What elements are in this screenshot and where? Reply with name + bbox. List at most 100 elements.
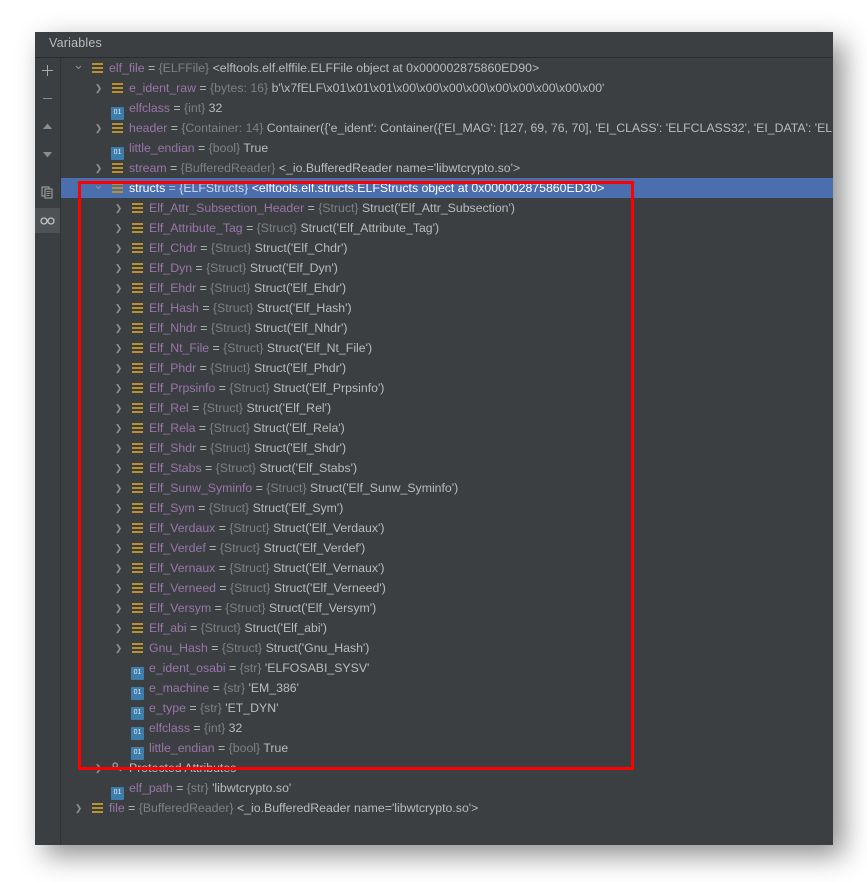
tree-row[interactable]: ·01elf_path = {str} 'libwtcrypto.so' [61, 778, 833, 800]
chevron-right-icon[interactable]: ❯ [113, 638, 124, 658]
tree-row[interactable]: ·01e_machine = {str} 'EM_386' [61, 678, 833, 700]
chevron-right-icon[interactable]: ❯ [113, 518, 124, 538]
move-down-button[interactable] [35, 142, 60, 167]
equals-sign: = [192, 261, 207, 275]
tree-row[interactable]: ❯ Elf_Rel = {Struct} Struct('Elf_Rel') [61, 398, 833, 418]
tree-row[interactable]: ❯ Elf_Verdef = {Struct} Struct('Elf_Verde… [61, 538, 833, 558]
expander-placeholder: · [93, 778, 104, 798]
variable-type: {bytes: 16} [210, 81, 269, 95]
tree-row[interactable]: ❯ Elf_Verneed = {Struct} Struct('Elf_Vern… [61, 578, 833, 598]
watch-toggle-button[interactable] [35, 208, 60, 233]
tree-row[interactable]: ❯ Elf_Chdr = {Struct} Struct('Elf_Chdr') [61, 238, 833, 258]
expander-placeholder: · [113, 698, 124, 718]
tree-row[interactable]: ❯ Elf_Ehdr = {Struct} Struct('Elf_Ehdr') [61, 278, 833, 298]
chevron-right-icon[interactable]: ❯ [113, 378, 124, 398]
tree-row[interactable]: ⌄ structs = {ELFStructs} <elftools.elf.st… [61, 178, 833, 198]
object-icon [131, 201, 144, 214]
tree-row[interactable]: ❯ Elf_Attribute_Tag = {Struct} Struct('El… [61, 218, 833, 238]
tree-row[interactable]: ❯ Elf_Rela = {Struct} Struct('Elf_Rela') [61, 418, 833, 438]
equals-sign: = [211, 601, 226, 615]
tree-row[interactable]: ❯ Elf_Vernaux = {Struct} Struct('Elf_Vern… [61, 558, 833, 578]
tree-row[interactable]: ❯ Elf_Versym = {Struct} Struct('Elf_Versy… [61, 598, 833, 618]
tree-row[interactable]: ❯ Elf_Nhdr = {Struct} Struct('Elf_Nhdr') [61, 318, 833, 338]
tree-row[interactable]: ❯ Elf_Shdr = {Struct} Struct('Elf_Shdr') [61, 438, 833, 458]
chevron-right-icon[interactable]: ❯ [113, 318, 124, 338]
variable-type: {Struct} [202, 401, 244, 415]
chevron-right-icon[interactable]: ❯ [73, 798, 84, 818]
chevron-right-icon[interactable]: ❯ [113, 198, 124, 218]
copy-value-button[interactable] [35, 180, 60, 205]
tree-row[interactable]: ❯ Elf_Prpsinfo = {Struct} Struct('Elf_Prp… [61, 378, 833, 398]
variable-name: Elf_Chdr [149, 241, 197, 255]
object-icon [131, 301, 144, 314]
chevron-right-icon[interactable]: ❯ [113, 338, 124, 358]
tree-row[interactable]: ❯ Elf_Sunw_Syminfo = {Struct} Struct('Elf… [61, 478, 833, 498]
plus-icon [41, 64, 54, 77]
chevron-right-icon[interactable]: ❯ [93, 158, 104, 178]
variables-tree[interactable]: ⌄ elf_file = {ELFFile} <elftools.elf.elff… [61, 58, 833, 845]
tree-row[interactable]: ·01little_endian = {bool} True [61, 738, 833, 760]
equals-sign: = [209, 341, 224, 355]
chevron-right-icon[interactable]: ❯ [93, 78, 104, 98]
variable-name: Elf_Phdr [149, 361, 197, 375]
tree-row[interactable]: ·01elfclass = {int} 32 [61, 98, 833, 120]
tab-variables[interactable]: Variables [49, 36, 102, 50]
chevron-right-icon[interactable]: ❯ [113, 598, 124, 618]
equals-sign: = [166, 161, 181, 175]
chevron-right-icon[interactable]: ❯ [113, 478, 124, 498]
variable-name: elfclass [149, 721, 191, 735]
tree-row[interactable]: ❯ Elf_Hash = {Struct} Struct('Elf_Hash') [61, 298, 833, 318]
chevron-right-icon[interactable]: ❯ [113, 398, 124, 418]
tree-row[interactable]: ⌄ elf_file = {ELFFile} <elftools.elf.elff… [61, 58, 833, 78]
equals-sign: = [205, 541, 220, 555]
chevron-right-icon[interactable]: ❯ [113, 578, 124, 598]
chevron-right-icon[interactable]: ❯ [113, 418, 124, 438]
tree-row[interactable]: ❯ Protected Attributes [61, 758, 833, 778]
chevron-right-icon[interactable]: ❯ [113, 278, 124, 298]
add-button[interactable] [35, 58, 60, 83]
tree-row[interactable]: ❯ Elf_Stabs = {Struct} Struct('Elf_Stabs'… [61, 458, 833, 478]
tree-row[interactable]: ❯ Gnu_Hash = {Struct} Struct('Gnu_Hash') [61, 638, 833, 658]
tree-row[interactable]: ❯ Elf_Verdaux = {Struct} Struct('Elf_Verd… [61, 518, 833, 538]
tree-row[interactable]: ❯ Elf_Nt_File = {Struct} Struct('Elf_Nt_F… [61, 338, 833, 358]
chevron-right-icon[interactable]: ❯ [113, 538, 124, 558]
object-icon [131, 361, 144, 374]
chevron-right-icon[interactable]: ❯ [113, 258, 124, 278]
chevron-right-icon[interactable]: ❯ [93, 758, 104, 778]
variable-name: Elf_Hash [149, 301, 199, 315]
tree-row[interactable]: ❯ Elf_Sym = {Struct} Struct('Elf_Sym') [61, 498, 833, 518]
equals-sign: = [196, 321, 211, 335]
chevron-right-icon[interactable]: ❯ [113, 238, 124, 258]
chevron-down-icon[interactable]: ⌄ [93, 178, 104, 192]
remove-button[interactable] [35, 86, 60, 111]
tree-row[interactable]: ❯ stream = {BufferedReader} <_io.Buffered… [61, 158, 833, 178]
variable-name: e_ident_raw [129, 81, 196, 95]
variable-type: {str} [239, 661, 262, 675]
chevron-right-icon[interactable]: ❯ [113, 618, 124, 638]
tree-row[interactable]: ❯ Elf_abi = {Struct} Struct('Elf_abi') [61, 618, 833, 638]
move-up-button[interactable] [35, 114, 60, 139]
chevron-right-icon[interactable]: ❯ [113, 498, 124, 518]
tree-row[interactable]: ·01e_ident_osabi = {str} 'ELFOSABI_SYSV' [61, 658, 833, 680]
tree-row[interactable]: ·01elfclass = {int} 32 [61, 718, 833, 740]
chevron-right-icon[interactable]: ❯ [93, 118, 104, 138]
chevron-right-icon[interactable]: ❯ [113, 458, 124, 478]
chevron-right-icon[interactable]: ❯ [113, 298, 124, 318]
tree-row[interactable]: ❯ Elf_Phdr = {Struct} Struct('Elf_Phdr') [61, 358, 833, 378]
chevron-right-icon[interactable]: ❯ [113, 558, 124, 578]
chevron-right-icon[interactable]: ❯ [113, 358, 124, 378]
tree-row[interactable]: ❯ Elf_Dyn = {Struct} Struct('Elf_Dyn') [61, 258, 833, 278]
variable-name: file [109, 801, 125, 815]
tree-row[interactable]: ❯ e_ident_raw = {bytes: 16} b'\x7fELF\x01… [61, 78, 833, 98]
tree-row[interactable]: ❯ Elf_Attr_Subsection_Header = {Struct} S… [61, 198, 833, 218]
tree-row[interactable]: ❯ file = {BufferedReader} <_io.BufferedRe… [61, 798, 833, 818]
tree-row[interactable]: ·01e_type = {str} 'ET_DYN' [61, 698, 833, 720]
tree-row[interactable]: ·01little_endian = {bool} True [61, 138, 833, 160]
variable-type: {Struct} [210, 441, 251, 455]
tree-row[interactable]: ❯ header = {Container: 14} Container({'e_… [61, 118, 833, 138]
chevron-right-icon[interactable]: ❯ [113, 218, 124, 238]
chevron-right-icon[interactable]: ❯ [113, 438, 124, 458]
variable-value: Struct('Elf_Versym') [268, 601, 377, 615]
variable-name: Elf_Vernaux [149, 561, 216, 575]
chevron-down-icon[interactable]: ⌄ [73, 58, 84, 72]
